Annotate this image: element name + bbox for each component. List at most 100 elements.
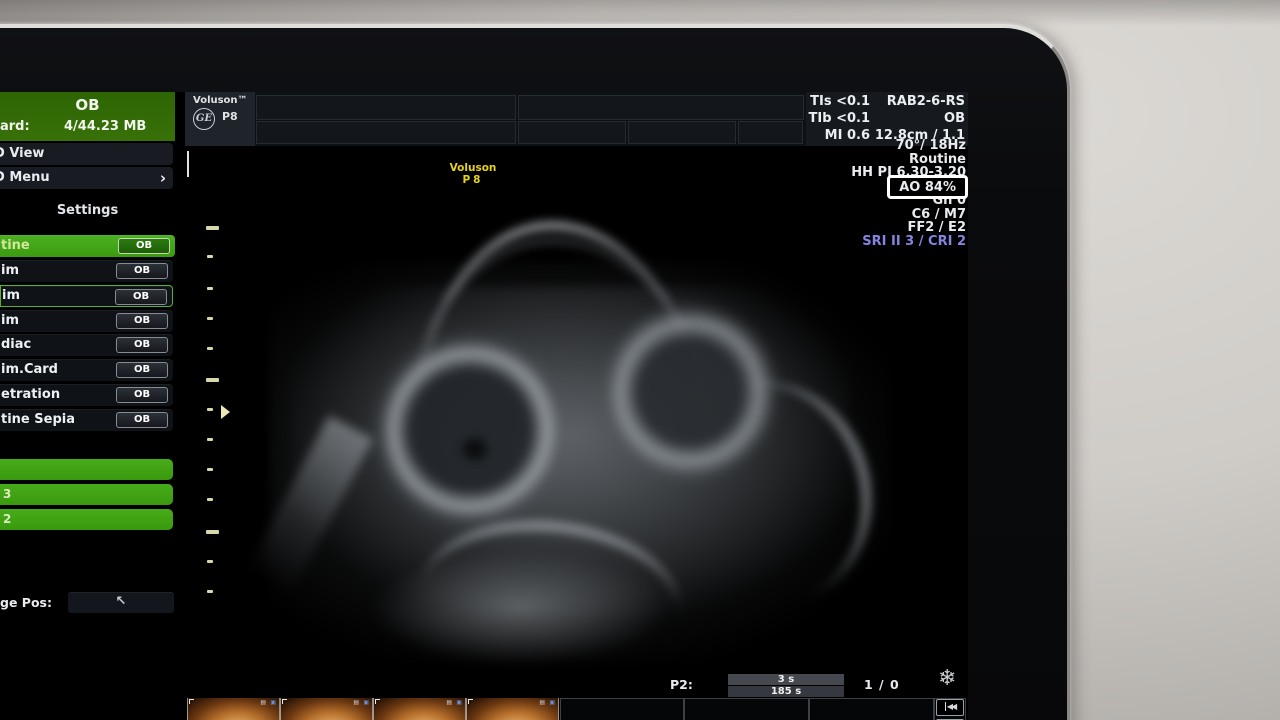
preset-row[interactable]: im OB [0,310,173,332]
thumb-type-icon: ▤ [260,699,266,706]
depth-ruler-tick [207,287,213,290]
tgc-marker [187,151,189,177]
preset-badge: OB [116,263,168,279]
time-current: 3 s [728,674,844,685]
voluson-watermark: Voluson P8 [440,162,506,186]
preset-name-value: Routine [909,151,966,167]
preset-row[interactable]: etration OB [0,384,173,406]
sidebar-item-view[interactable]: D View [0,143,173,165]
image-pos-button[interactable]: ↖ [68,592,174,613]
ge-logo-icon: GE [193,108,215,130]
arrow-upleft-icon: ↖ [115,594,127,609]
thumb-corner-mark [282,699,287,704]
watermark-line2: P8 [462,174,484,186]
depth-ruler-tick [207,560,213,563]
preset-badge: OB [116,412,168,428]
view-label: View [9,146,45,161]
ti-row: TIb <0.1 OB [806,111,968,128]
thumb-3d-icon: ▣ [363,699,369,706]
angle-freq-value: 70°/ 18Hz [895,138,966,153]
preset-label: tine [1,238,30,253]
preset-label: tine Sepia [1,412,75,427]
print-key-label: P2: [670,677,693,692]
logo-cell: Voluson™ GE P8 [185,92,255,146]
settings-heading: Settings [56,203,119,218]
cine-timer: 3 s 185 s [728,674,844,697]
clip-thumbnail[interactable]: ▤ ▣ [373,698,466,720]
voluson-brand: Voluson™ [193,95,248,106]
monitor-bezel: OB ard: 4/44.23 MB D View D Menu › Setti… [0,24,1070,720]
clip-thumbnail[interactable]: ▤ ▣ [187,698,280,720]
probe-name: RAB2-6-RS [886,94,965,109]
patient-field [256,95,516,120]
photo-vignette [0,0,1280,26]
ultrasound-screen: OB ard: 4/44.23 MB D View D Menu › Setti… [0,92,968,720]
green-bar-label: 3 [3,487,12,501]
depth-ruler-tick [207,590,213,593]
exam-mode: OB [944,111,965,126]
empty-clip-slot [684,698,809,720]
tis-value: TIs <0.1 [810,94,870,109]
depth-ruler-tick [207,347,213,350]
model-label: P8 [222,110,238,123]
view-cut-glyph: D [0,143,5,165]
empty-clip-slot [809,698,934,720]
preset-row[interactable]: im OB [0,260,173,282]
preset-badge: OB [116,362,168,378]
depth-ruler-tick [207,317,213,320]
preset-label: diac [1,337,32,352]
mode-title: OB [75,96,100,114]
ultrasound-render [230,202,950,672]
depth-ruler-tick [206,226,219,230]
thumb-3d-icon: ▣ [549,699,555,706]
preset-label: im [1,263,20,278]
preset-label: im.Card [1,362,58,377]
freeze-snowflake-icon: ❄ [938,666,957,691]
green-bar-button[interactable]: 3 [0,484,173,505]
thumb-corner-mark [189,699,194,704]
clip-thumbnail[interactable]: ▤ ▣ [466,698,559,720]
preset-label: etration [1,387,61,402]
patient-field [518,121,626,144]
preset-row[interactable]: diac OB [0,334,173,356]
preset-row[interactable]: tine Sepia OB [0,409,173,431]
card-label: ard: [0,119,30,134]
rewind-button[interactable]: ◀◀ [936,699,964,716]
green-bar-button[interactable] [0,459,173,480]
preset-badge: OB [118,238,170,254]
depth-ruler-tick [207,438,213,441]
patient-field [256,121,516,144]
preset-row-routine[interactable]: tine OB [0,235,175,257]
preset-row-focused[interactable]: im OB [0,285,173,307]
patient-field [518,95,804,120]
clip-counter: 1 / 0 [864,677,900,692]
sidebar-header: OB ard: 4/44.23 MB [0,92,175,141]
thumb-3d-icon: ▣ [270,699,276,706]
green-bar-button[interactable]: 2 [0,509,173,530]
card-usage-value: 4/44.23 MB [64,119,147,134]
menu-cut-glyph: D [0,167,5,189]
thumb-type-icon: ▤ [539,699,545,706]
depth-ruler-tick [207,255,213,258]
depth-ruler-tick [206,378,219,382]
preset-label: im [1,313,20,328]
thumb-type-icon: ▤ [353,699,359,706]
preset-badge: OB [116,313,168,329]
thumb-type-icon: ▤ [446,699,452,706]
watermark-line1: Voluson [449,162,497,174]
ti-row: TIs <0.1 RAB2-6-RS [806,94,968,111]
preset-label: im [2,288,21,303]
depth-ruler-tick [207,408,213,411]
clip-thumbnail[interactable]: ▤ ▣ [280,698,373,720]
sidebar-item-menu[interactable]: D Menu › [0,167,173,189]
depth-ruler-tick [206,530,219,534]
depth-ruler-tick [207,498,213,501]
thumb-3d-icon: ▣ [456,699,462,706]
skip-back-icon: ◀◀ [944,702,957,711]
thumb-corner-mark [375,699,380,704]
depth-ruler-tick [207,468,213,471]
ultrasound-image [230,202,950,672]
focus-marker[interactable] [221,405,230,419]
preset-row[interactable]: im.Card OB [0,359,173,381]
time-total: 185 s [728,686,844,697]
